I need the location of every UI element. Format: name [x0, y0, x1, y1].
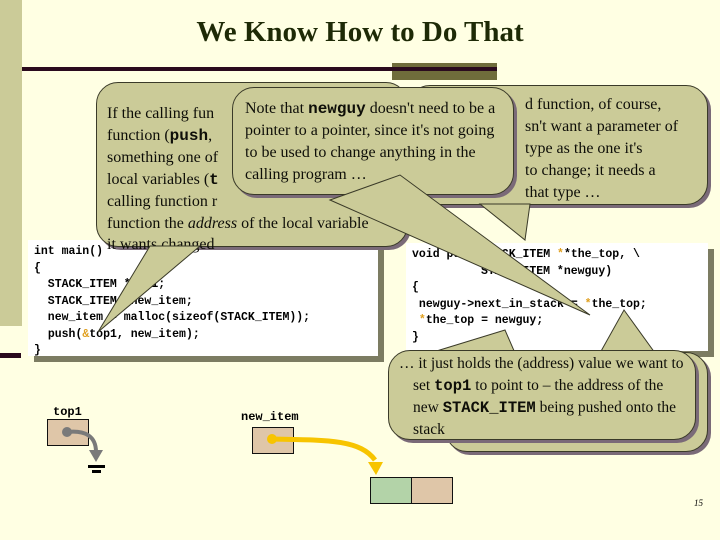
tail-newguy [328, 174, 591, 316]
new-item-box [252, 427, 294, 454]
tail-just-holds [599, 309, 656, 354]
callout-just-holds: … it just holds the (address) value we w… [388, 350, 696, 440]
tail-called-function [478, 203, 531, 241]
new-item-label: new_item [241, 410, 299, 424]
callout-tails [97, 174, 656, 354]
page-number: 15 [694, 498, 703, 508]
top1-box [47, 419, 89, 446]
tail-calling-function [97, 245, 202, 333]
top1-label: top1 [53, 405, 82, 419]
node-data-cell [370, 477, 412, 504]
node-next-cell [411, 477, 453, 504]
